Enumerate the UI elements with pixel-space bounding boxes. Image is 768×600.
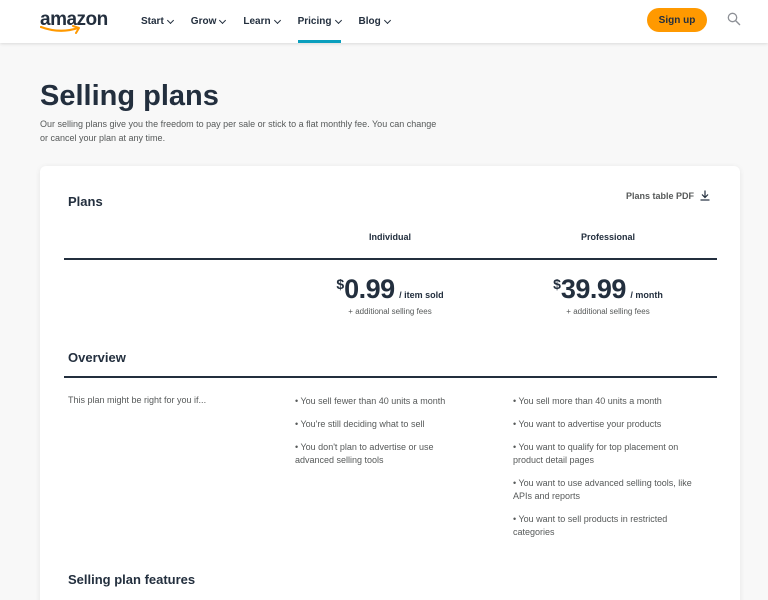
plans-card: Plans Plans table PDF Individual Profess…: [40, 166, 740, 600]
overview-divider: [64, 376, 717, 378]
chevron-down-icon: [273, 16, 281, 24]
chevron-down-icon: [383, 16, 391, 24]
smile-icon: [40, 25, 80, 34]
currency-symbol: $: [553, 276, 561, 292]
price-note-individual: + additional selling fees: [348, 307, 432, 316]
page-title: Selling plans: [40, 80, 219, 112]
list-item: • You're still deciding what to sell: [295, 419, 425, 429]
nav-blog[interactable]: Blog: [358, 0, 391, 43]
nav-start[interactable]: Start: [141, 0, 174, 43]
list-item: • You want to sell products in restricte…: [513, 514, 668, 537]
list-item: • You sell fewer than 40 units a month: [295, 396, 446, 406]
nav-grow-label: Grow: [190, 16, 217, 27]
column-header-professional: Professional: [580, 232, 636, 242]
price-amount: 39.99: [560, 274, 627, 304]
overview-lead: This plan might be right for you if...: [68, 395, 207, 405]
main-nav: Start Grow Learn Pricing Blog: [141, 0, 408, 43]
list-item: • You want to advertise your products: [513, 419, 662, 429]
pdf-link-label: Plans table PDF: [626, 190, 695, 201]
individual-bullets: • You sell fewer than 40 units a month •…: [295, 395, 470, 477]
search-icon[interactable]: [727, 12, 741, 26]
nav-grow[interactable]: Grow: [190, 0, 227, 43]
plans-table-pdf-link[interactable]: Plans table PDF: [626, 190, 710, 201]
currency-symbol: $: [336, 276, 345, 292]
plans-heading: Plans: [68, 194, 103, 209]
nav-learn-label: Learn: [243, 16, 271, 27]
chevron-down-icon: [219, 16, 227, 24]
amazon-logo[interactable]: amazon: [40, 10, 108, 36]
page-subtitle: Our selling plans give you the freedom t…: [40, 119, 437, 143]
list-item: • You don't plan to advertise or use adv…: [295, 442, 434, 465]
price-amount: 0.99: [344, 274, 395, 304]
nav-start-label: Start: [141, 16, 164, 27]
sign-up-button[interactable]: Sign up: [647, 8, 707, 32]
nav-pricing-label: Pricing: [297, 16, 332, 27]
price-professional: $39.99 / month: [498, 274, 718, 305]
price-unit: / item sold: [399, 290, 444, 300]
list-item: • You sell more than 40 units a month: [513, 396, 662, 406]
professional-bullets: • You sell more than 40 units a month • …: [513, 395, 708, 549]
download-icon: [700, 190, 710, 201]
list-item: • You want to qualify for top placement …: [513, 442, 679, 465]
price-unit: / month: [630, 290, 663, 300]
column-header-individual: Individual: [368, 232, 411, 242]
list-item: • You want to use advanced selling tools…: [513, 478, 692, 501]
nav-pricing[interactable]: Pricing: [297, 0, 342, 43]
overview-heading: Overview: [68, 350, 126, 365]
price-note-professional: + additional selling fees: [566, 307, 650, 316]
chevron-down-icon: [166, 16, 174, 24]
nav-learn[interactable]: Learn: [243, 0, 281, 43]
nav-blog-label: Blog: [358, 16, 381, 27]
chevron-down-icon: [334, 16, 342, 24]
features-heading: Selling plan features: [68, 572, 196, 587]
top-navigation-bar: amazon Start Grow Learn Pricing Blog Sig…: [0, 0, 768, 43]
price-individual: $0.99 / item sold: [280, 274, 500, 305]
plans-divider: [64, 258, 717, 260]
